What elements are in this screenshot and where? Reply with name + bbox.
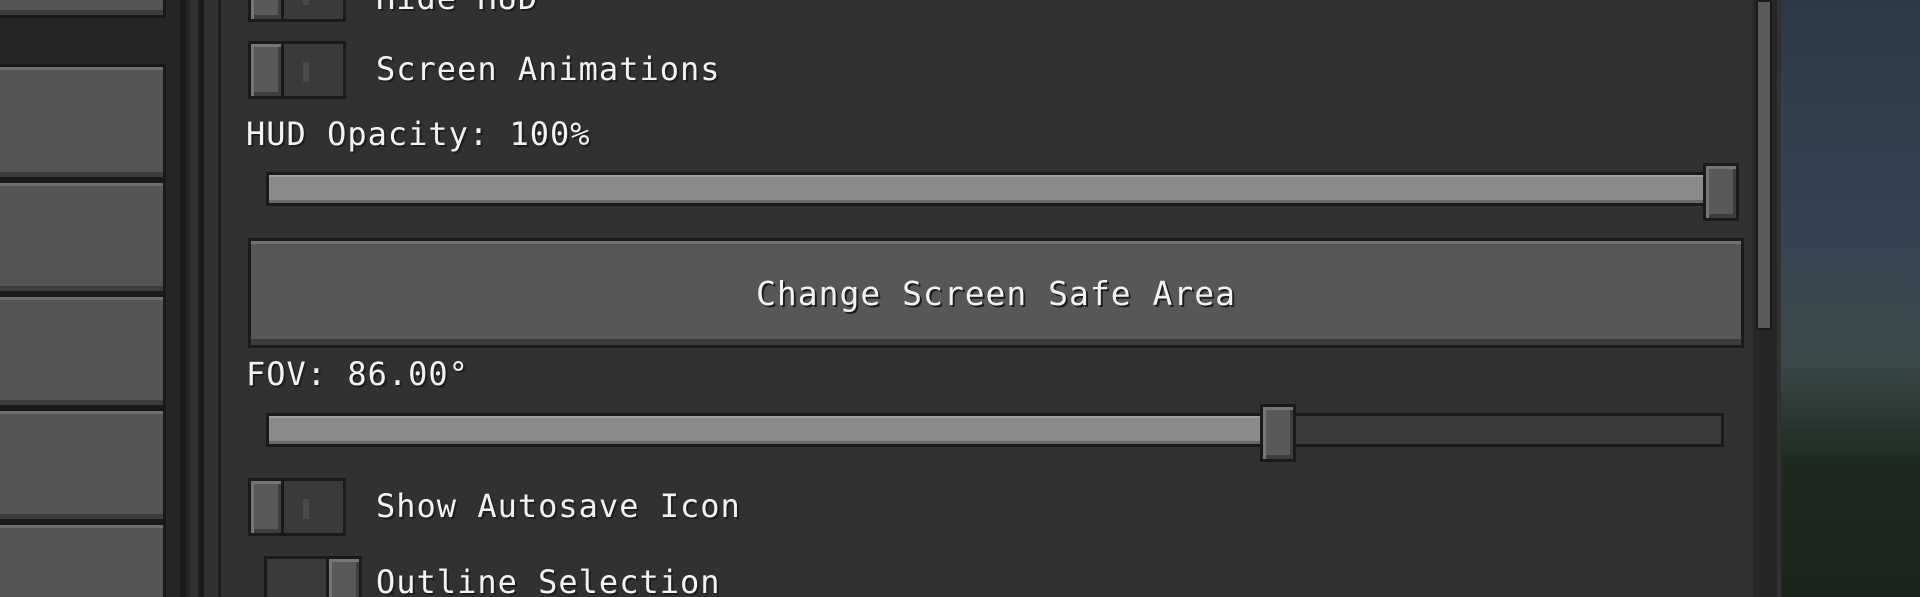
change-screen-safe-area-label: Change Screen Safe Area	[756, 273, 1236, 313]
settings-nav	[0, 0, 190, 597]
nav-button[interactable]	[0, 0, 166, 18]
nav-divider	[180, 0, 186, 597]
toggle-indicator	[303, 499, 309, 519]
screen-animations-label: Screen Animations	[376, 50, 721, 88]
fov-slider[interactable]	[266, 404, 1724, 462]
hud-opacity-slider-fill	[269, 175, 1721, 203]
show-autosave-icon-toggle[interactable]	[248, 478, 346, 536]
toggle-knob[interactable]	[248, 41, 284, 99]
nav-scroll-rail[interactable]	[198, 0, 204, 597]
toggle-indicator	[303, 0, 309, 5]
hud-opacity-slider[interactable]	[266, 163, 1739, 221]
nav-button[interactable]	[0, 408, 166, 522]
background-world-view	[1781, 0, 1920, 597]
fov-slider-fill	[269, 416, 1278, 444]
toggle-knob[interactable]	[248, 478, 284, 536]
outline-selection-toggle[interactable]	[264, 556, 362, 597]
hide-hud-toggle[interactable]	[248, 0, 346, 22]
outline-selection-label: Outline Selection	[376, 563, 721, 597]
nav-button[interactable]	[0, 64, 166, 180]
panel-scrollbar-thumb[interactable]	[1756, 0, 1772, 330]
hud-opacity-slider-thumb[interactable]	[1703, 163, 1739, 221]
fov-slider-thumb[interactable]	[1260, 404, 1296, 462]
fov-label: FOV: 86.00°	[246, 355, 469, 393]
show-autosave-icon-label: Show Autosave Icon	[376, 487, 741, 525]
screen-animations-toggle[interactable]	[248, 41, 346, 99]
toggle-indicator	[303, 62, 309, 82]
toggle-knob[interactable]	[248, 0, 284, 22]
toggle-knob[interactable]	[326, 556, 362, 597]
hud-opacity-label: HUD Opacity: 100%	[246, 115, 591, 153]
nav-button[interactable]	[0, 294, 166, 408]
nav-button[interactable]	[0, 180, 166, 294]
hide-hud-label: Hide HUD	[376, 0, 538, 14]
settings-screen: Hide HUD Screen Animations HUD Opacity: …	[0, 0, 1920, 597]
nav-button[interactable]	[0, 522, 166, 597]
change-screen-safe-area-button[interactable]: Change Screen Safe Area	[248, 238, 1744, 348]
